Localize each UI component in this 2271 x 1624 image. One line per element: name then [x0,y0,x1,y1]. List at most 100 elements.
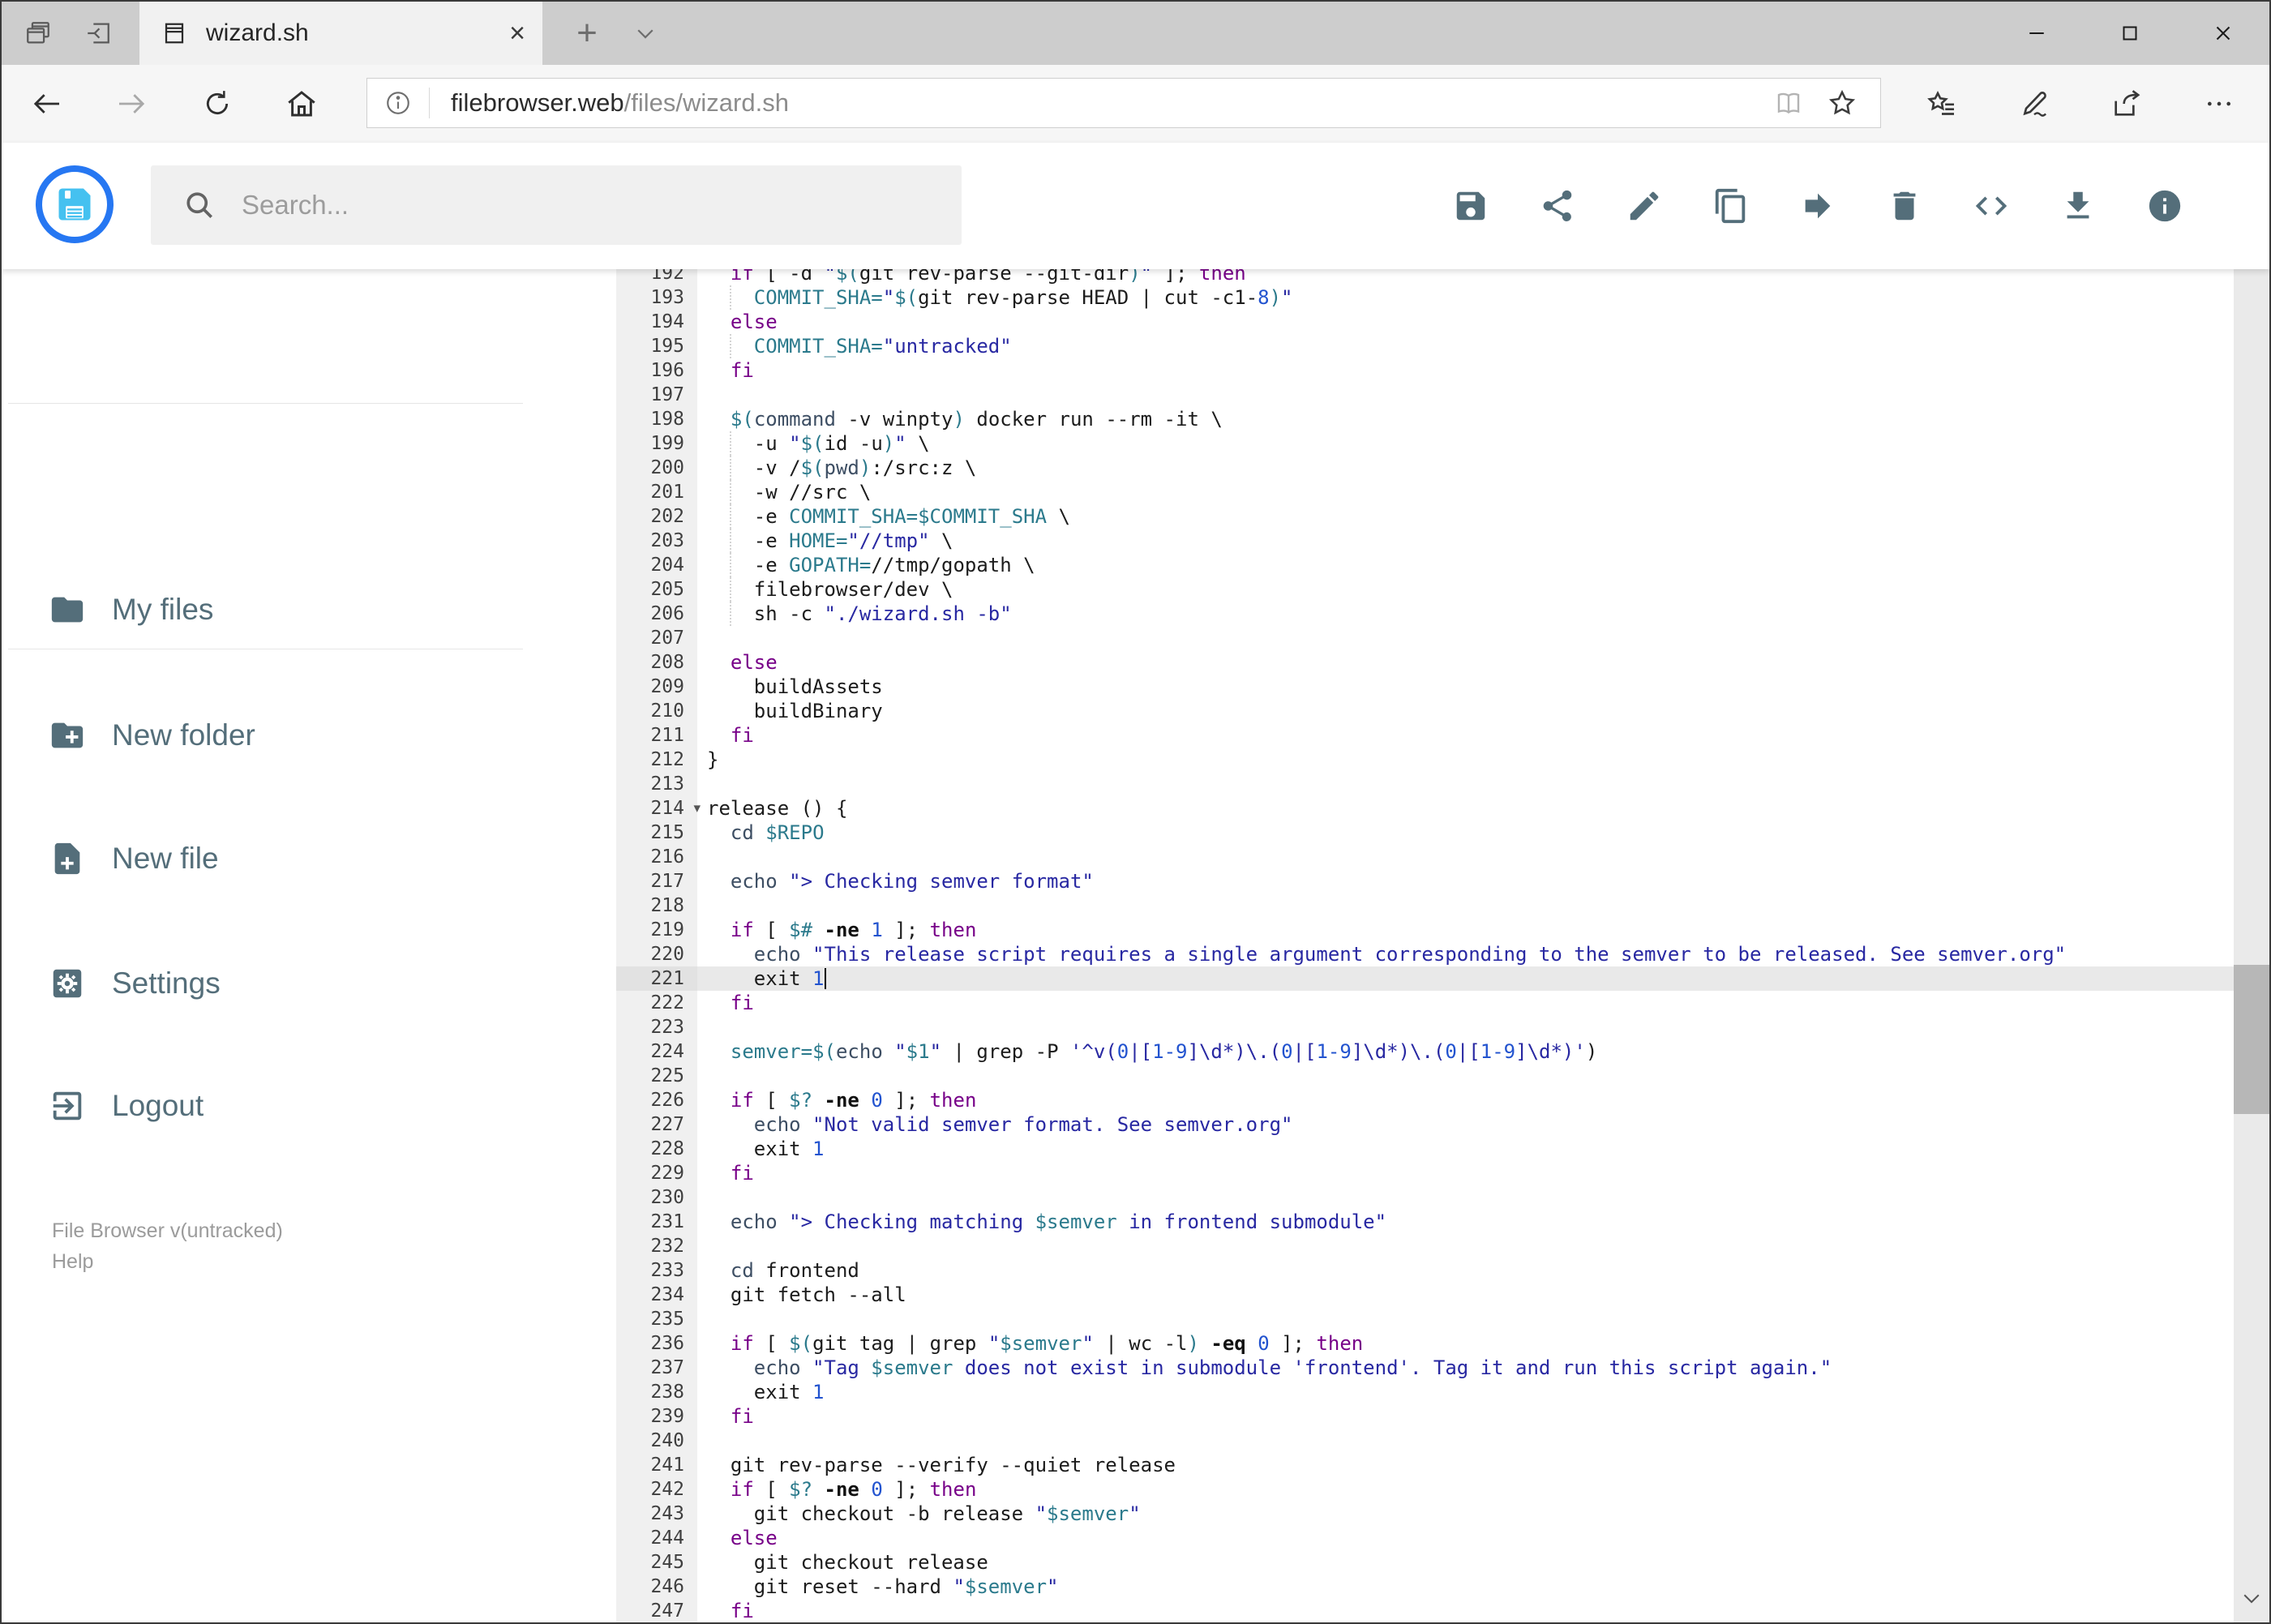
code-line[interactable]: 196 fi [616,358,2234,383]
sidebar-item-new-file[interactable]: New file [2,814,537,903]
code-line[interactable]: 218 [616,893,2234,918]
tab-list-chevron-icon[interactable] [619,2,671,65]
hub-favorites-icon[interactable] [1907,65,1977,143]
sidebar-item-new-folder[interactable]: New folder [2,691,537,780]
code-line[interactable]: 239 fi [616,1404,2234,1429]
filebrowser-logo-icon[interactable] [36,165,114,243]
code-line[interactable]: 217 echo "> Checking semver format" [616,869,2234,893]
code-line[interactable]: 242 if [ $? -ne 0 ]; then [616,1477,2234,1502]
download-button[interactable] [2034,143,2121,269]
code-line[interactable]: 237 echo "Tag $semver does not exist in … [616,1356,2234,1380]
code-line[interactable]: 202 -e COMMIT_SHA=$COMMIT_SHA \ [616,504,2234,529]
code-line[interactable]: 238 exit 1 [616,1380,2234,1404]
code-line[interactable]: 220 echo "This release script requires a… [616,942,2234,966]
code-line[interactable]: 233 cd frontend [616,1258,2234,1283]
code-line[interactable]: 208 else [616,650,2234,675]
delete-button[interactable] [1861,143,1947,269]
code-line[interactable]: 194 else [616,310,2234,334]
code-line[interactable]: 236 if [ $(git tag | grep "$semver" | wc… [616,1331,2234,1356]
search-input[interactable]: Search... [151,165,962,245]
code-line[interactable]: 192 if [ -d "$(git rev-parse --git-dir)"… [616,269,2234,285]
code-line[interactable]: 203 -e HOME="//tmp" \ [616,529,2234,553]
code-line[interactable]: 222 fi [616,991,2234,1015]
code-line[interactable]: 247 fi [616,1599,2234,1622]
browser-tab[interactable]: wizard.sh × [139,2,542,65]
code-line[interactable]: 195 COMMIT_SHA="untracked" [616,334,2234,358]
code-line[interactable]: 200 -v /$(pwd):/src:z \ [616,456,2234,480]
code-line[interactable]: 210 buildBinary [616,699,2234,723]
home-icon[interactable] [269,65,334,143]
source-code-button[interactable] [1947,143,2034,269]
code-line[interactable]: 209 buildAssets [616,675,2234,699]
code-line[interactable]: 230 [616,1185,2234,1210]
back-icon[interactable] [15,65,79,143]
scroll-down-icon[interactable] [2234,1577,2269,1619]
code-line[interactable]: 225 [616,1064,2234,1088]
code-line[interactable]: 228 exit 1 [616,1137,2234,1161]
code-line[interactable]: 232 [616,1234,2234,1258]
code-line[interactable]: 204 -e GOPATH=//tmp/gopath \ [616,553,2234,577]
code-line[interactable]: 221 exit 1 [616,966,2234,991]
code-line[interactable]: 226 if [ $? -ne 0 ]; then [616,1088,2234,1112]
help-link[interactable]: Help [52,1250,93,1274]
vertical-scrollbar[interactable] [2234,143,2269,1622]
code-line[interactable]: 211 fi [616,723,2234,748]
url-bar[interactable]: filebrowser.web/files/wizard.sh [366,78,1881,128]
code-line[interactable]: 207 [616,626,2234,650]
code-line[interactable]: 224 semver=$(echo "$1" | grep -P '^v(0|[… [616,1039,2234,1064]
code-line[interactable]: 198 $(command -v winpty) docker run --rm… [616,407,2234,431]
annotate-pen-icon[interactable] [1999,65,2069,143]
save-button[interactable] [1427,143,1514,269]
share-page-icon[interactable] [2092,65,2162,143]
code-line[interactable]: 206 sh -c "./wizard.sh -b" [616,602,2234,626]
window-close-button[interactable] [2187,2,2260,65]
code-line[interactable]: 246 git reset --hard "$semver" [616,1575,2234,1599]
set-tabs-aside-icon[interactable] [70,2,126,65]
tab-preview-icon[interactable] [10,2,66,65]
code-line[interactable]: 223 [616,1015,2234,1039]
code-line[interactable]: 234 git fetch --all [616,1283,2234,1307]
info-button[interactable] [2121,143,2208,269]
code-line[interactable]: 227 echo "Not valid semver format. See s… [616,1112,2234,1137]
code-line[interactable]: 199 -u "$(id -u)" \ [616,431,2234,456]
code-line[interactable]: 205 filebrowser/dev \ [616,577,2234,602]
code-line[interactable]: 219 if [ $# -ne 1 ]; then [616,918,2234,942]
window-minimize-button[interactable] [2000,2,2073,65]
sidebar-item-logout[interactable]: Logout [2,1061,537,1151]
move-button[interactable] [1774,143,1861,269]
code-line[interactable]: 216 [616,845,2234,869]
scrollbar-thumb[interactable] [2234,965,2269,1114]
reading-view-icon[interactable] [1762,88,1815,118]
code-line[interactable]: 215 cd $REPO [616,821,2234,845]
code-line[interactable]: 244 else [616,1526,2234,1550]
code-editor[interactable]: 192 if [ -d "$(git rev-parse --git-dir)"… [616,269,2234,1622]
copy-button[interactable] [1687,143,1774,269]
code-line[interactable]: 245 git checkout release [616,1550,2234,1575]
code-line[interactable]: 213 [616,772,2234,796]
code-line[interactable]: 197 [616,383,2234,407]
refresh-icon[interactable] [185,65,250,143]
new-tab-button[interactable]: + [561,2,613,65]
sidebar-item-settings[interactable]: Settings [2,939,537,1028]
code-line-text: semver=$(echo "$1" | grep -P '^v(0|[1-9]… [730,1040,1598,1063]
code-line[interactable]: 235 [616,1307,2234,1331]
site-info-icon[interactable] [367,88,430,118]
code-line[interactable]: 240 [616,1429,2234,1453]
code-line[interactable]: 231 echo "> Checking matching $semver in… [616,1210,2234,1234]
more-options-icon[interactable] [2184,65,2254,143]
tab-close-icon[interactable]: × [492,2,542,65]
code-line[interactable]: 214 ▾ release () { [616,796,2234,821]
window-maximize-button[interactable] [2093,2,2166,65]
code-line[interactable]: 229 fi [616,1161,2234,1185]
code-line[interactable]: 243 git checkout -b release "$semver" [616,1502,2234,1526]
forward-icon[interactable] [99,65,164,143]
code-line[interactable]: 212} [616,748,2234,772]
share-button[interactable] [1514,143,1600,269]
sidebar-item-my-files[interactable]: My files [2,565,537,654]
add-favorite-star-icon[interactable] [1815,88,1869,118]
url-text[interactable]: filebrowser.web/files/wizard.sh [451,88,1762,118]
rename-button[interactable] [1600,143,1687,269]
code-line[interactable]: 241 git rev-parse --verify --quiet relea… [616,1453,2234,1477]
code-line[interactable]: 201 -w //src \ [616,480,2234,504]
code-line[interactable]: 193 COMMIT_SHA="$(git rev-parse HEAD | c… [616,285,2234,310]
